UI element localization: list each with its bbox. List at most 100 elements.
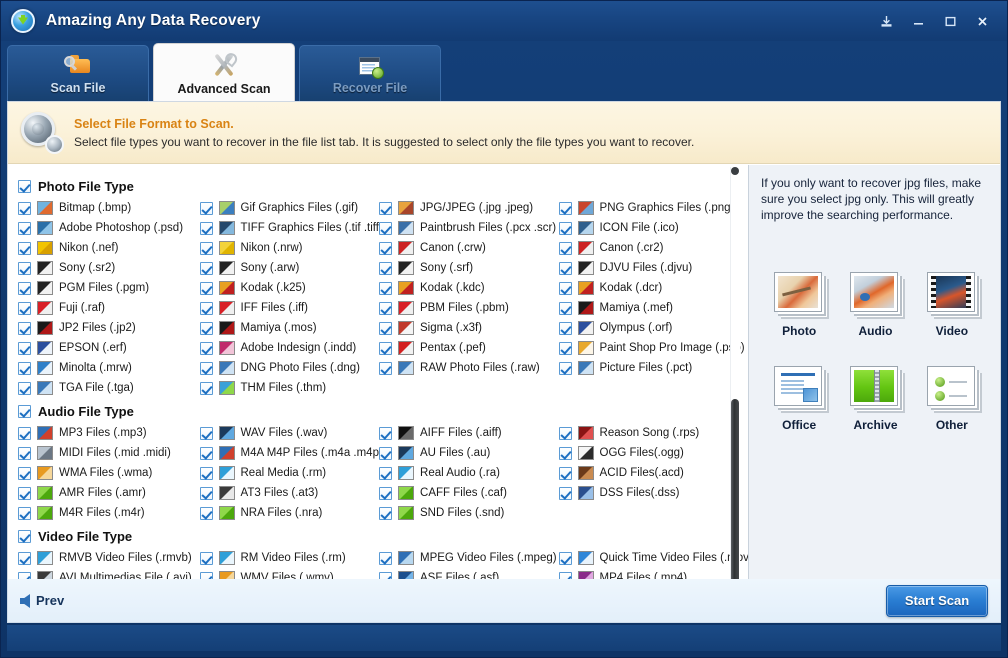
file-type-checkbox[interactable] bbox=[200, 507, 213, 520]
tab-advanced-scan[interactable]: Advanced Scan bbox=[153, 43, 295, 103]
list-scrollbar[interactable] bbox=[730, 167, 740, 614]
file-type-checkbox[interactable] bbox=[18, 427, 31, 440]
file-type-checkbox[interactable] bbox=[18, 262, 31, 275]
file-type-item[interactable]: RMVB Video Files (.rmvb) bbox=[18, 551, 200, 565]
file-type-checkbox[interactable] bbox=[559, 222, 572, 235]
file-type-item[interactable]: EPSON (.erf) bbox=[18, 341, 200, 355]
file-type-item[interactable]: M4A M4P Files (.m4a .m4p) bbox=[200, 446, 380, 460]
file-type-item[interactable]: AMR Files (.amr) bbox=[18, 486, 200, 500]
file-type-checkbox[interactable] bbox=[18, 202, 31, 215]
file-type-checkbox[interactable] bbox=[18, 342, 31, 355]
file-type-checkbox[interactable] bbox=[18, 467, 31, 480]
file-type-item[interactable]: MPEG Video Files (.mpeg) bbox=[379, 551, 559, 565]
file-type-checkbox[interactable] bbox=[559, 467, 572, 480]
file-type-checkbox[interactable] bbox=[559, 302, 572, 315]
category-audio[interactable]: Audio bbox=[837, 270, 913, 338]
file-type-checkbox[interactable] bbox=[200, 222, 213, 235]
file-type-checkbox[interactable] bbox=[379, 552, 392, 565]
file-type-item[interactable]: JPG/JPEG (.jpg .jpeg) bbox=[379, 201, 559, 215]
file-type-checkbox[interactable] bbox=[379, 507, 392, 520]
file-type-item[interactable]: Paintbrush Files (.pcx .scr) bbox=[379, 221, 559, 235]
file-type-checkbox[interactable] bbox=[18, 507, 31, 520]
file-type-item[interactable]: Real Audio (.ra) bbox=[379, 466, 559, 480]
file-type-item[interactable]: Sony (.sr2) bbox=[18, 261, 200, 275]
file-type-list[interactable]: Photo File TypeBitmap (.bmp)Gif Graphics… bbox=[8, 165, 748, 616]
file-type-item[interactable]: DJVU Files (.djvu) bbox=[559, 261, 748, 275]
section-checkbox[interactable] bbox=[18, 405, 31, 418]
file-type-checkbox[interactable] bbox=[200, 202, 213, 215]
file-type-item[interactable]: M4R Files (.m4r) bbox=[18, 506, 200, 520]
file-type-item[interactable]: Gif Graphics Files (.gif) bbox=[200, 201, 380, 215]
file-type-checkbox[interactable] bbox=[200, 362, 213, 375]
file-type-checkbox[interactable] bbox=[200, 552, 213, 565]
file-type-item[interactable]: Kodak (.dcr) bbox=[559, 281, 748, 295]
section-checkbox[interactable] bbox=[18, 180, 31, 193]
file-type-checkbox[interactable] bbox=[18, 222, 31, 235]
file-type-checkbox[interactable] bbox=[200, 262, 213, 275]
file-type-item[interactable]: Bitmap (.bmp) bbox=[18, 201, 200, 215]
file-type-item[interactable]: Mamiya (.mef) bbox=[559, 301, 748, 315]
file-type-item[interactable]: AT3 Files (.at3) bbox=[200, 486, 380, 500]
file-type-checkbox[interactable] bbox=[379, 202, 392, 215]
file-type-checkbox[interactable] bbox=[200, 467, 213, 480]
file-type-item[interactable]: PNG Graphics Files (.png) bbox=[559, 201, 748, 215]
file-type-item[interactable]: TIFF Graphics Files (.tif .tiff) bbox=[200, 221, 380, 235]
file-type-item[interactable]: Sony (.srf) bbox=[379, 261, 559, 275]
file-type-item[interactable]: ICON File (.ico) bbox=[559, 221, 748, 235]
file-type-checkbox[interactable] bbox=[379, 467, 392, 480]
file-type-item[interactable]: Sigma (.x3f) bbox=[379, 321, 559, 335]
file-type-item[interactable]: Sony (.arw) bbox=[200, 261, 380, 275]
maximize-icon[interactable] bbox=[935, 8, 965, 34]
file-type-checkbox[interactable] bbox=[379, 322, 392, 335]
file-type-item[interactable]: JP2 Files (.jp2) bbox=[18, 321, 200, 335]
file-type-checkbox[interactable] bbox=[18, 362, 31, 375]
file-type-checkbox[interactable] bbox=[379, 447, 392, 460]
file-type-item[interactable]: Picture Files (.pct) bbox=[559, 361, 748, 375]
file-type-item[interactable]: SND Files (.snd) bbox=[379, 506, 559, 520]
file-type-checkbox[interactable] bbox=[200, 427, 213, 440]
file-type-checkbox[interactable] bbox=[18, 282, 31, 295]
file-type-checkbox[interactable] bbox=[559, 262, 572, 275]
file-type-item[interactable]: Olympus (.orf) bbox=[559, 321, 748, 335]
file-type-item[interactable]: AU Files (.au) bbox=[379, 446, 559, 460]
file-type-checkbox[interactable] bbox=[200, 322, 213, 335]
file-type-checkbox[interactable] bbox=[559, 322, 572, 335]
file-type-checkbox[interactable] bbox=[559, 427, 572, 440]
file-type-item[interactable]: RM Video Files (.rm) bbox=[200, 551, 380, 565]
file-type-item[interactable]: OGG Files(.ogg) bbox=[559, 446, 748, 460]
category-video[interactable]: Video bbox=[914, 270, 990, 338]
file-type-checkbox[interactable] bbox=[379, 282, 392, 295]
save-icon[interactable] bbox=[871, 8, 901, 34]
file-type-checkbox[interactable] bbox=[200, 487, 213, 500]
file-type-item[interactable]: Nikon (.nrw) bbox=[200, 241, 380, 255]
file-type-item[interactable]: PBM Files (.pbm) bbox=[379, 301, 559, 315]
file-type-item[interactable]: Pentax (.pef) bbox=[379, 341, 559, 355]
category-archive[interactable]: Archive bbox=[837, 364, 913, 432]
file-type-checkbox[interactable] bbox=[200, 282, 213, 295]
file-type-checkbox[interactable] bbox=[200, 302, 213, 315]
file-type-checkbox[interactable] bbox=[559, 447, 572, 460]
file-type-item[interactable]: Real Media (.rm) bbox=[200, 466, 380, 480]
file-type-checkbox[interactable] bbox=[379, 302, 392, 315]
category-office[interactable]: Office bbox=[761, 364, 837, 432]
section-checkbox[interactable] bbox=[18, 530, 31, 543]
category-other[interactable]: Other bbox=[914, 364, 990, 432]
file-type-item[interactable]: CAFF Files (.caf) bbox=[379, 486, 559, 500]
file-type-item[interactable]: Adobe Photoshop (.psd) bbox=[18, 221, 200, 235]
tab-recover-file[interactable]: Recover File bbox=[299, 45, 441, 102]
file-type-checkbox[interactable] bbox=[559, 487, 572, 500]
file-type-checkbox[interactable] bbox=[18, 487, 31, 500]
file-type-item[interactable]: WAV Files (.wav) bbox=[200, 426, 380, 440]
file-type-item[interactable]: PGM Files (.pgm) bbox=[18, 281, 200, 295]
file-type-checkbox[interactable] bbox=[200, 382, 213, 395]
file-type-item[interactable]: Canon (.crw) bbox=[379, 241, 559, 255]
prev-button[interactable]: Prev bbox=[20, 593, 64, 608]
file-type-item[interactable]: Paint Shop Pro Image (.psp) bbox=[559, 341, 748, 355]
file-type-checkbox[interactable] bbox=[18, 552, 31, 565]
file-type-checkbox[interactable] bbox=[379, 222, 392, 235]
file-type-checkbox[interactable] bbox=[559, 342, 572, 355]
file-type-checkbox[interactable] bbox=[18, 242, 31, 255]
file-type-item[interactable]: Nikon (.nef) bbox=[18, 241, 200, 255]
file-type-item[interactable]: MIDI Files (.mid .midi) bbox=[18, 446, 200, 460]
file-type-checkbox[interactable] bbox=[559, 552, 572, 565]
